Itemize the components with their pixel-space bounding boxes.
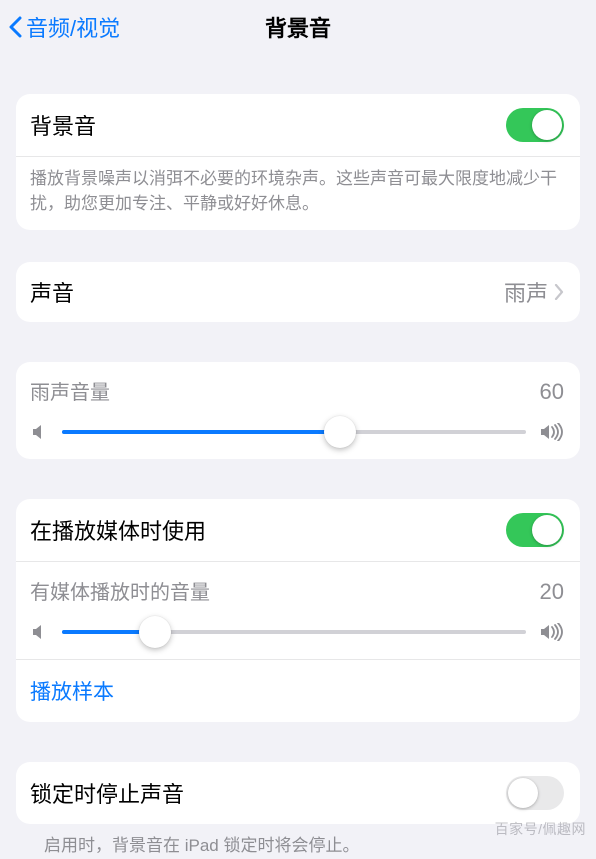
row-media-volume: 有媒体播放时的音量 20 xyxy=(16,561,580,659)
sound-volume-value: 60 xyxy=(540,379,564,405)
row-play-sample[interactable]: 播放样本 xyxy=(16,659,580,722)
volume-high-icon xyxy=(540,423,564,441)
volume-low-icon xyxy=(30,623,48,641)
sound-label: 声音 xyxy=(30,276,74,308)
row-sound-select[interactable]: 声音 雨声 xyxy=(16,262,580,322)
sound-volume-label: 雨声音量 xyxy=(30,376,110,405)
section-sound-volume: 雨声音量 60 xyxy=(16,362,580,459)
lock-description: 启用时，背景音在 iPad 锁定时将会停止。 xyxy=(16,824,580,859)
back-button[interactable]: 音频/视觉 xyxy=(0,11,120,43)
background-sound-toggle[interactable] xyxy=(506,108,564,142)
media-toggle[interactable] xyxy=(506,513,564,547)
background-sound-description: 播放背景噪声以消弭不必要的环境杂声。这些声音可最大限度地减少干扰，助您更加专注、… xyxy=(16,156,580,230)
section-lock-stop: 锁定时停止声音 xyxy=(16,762,580,824)
volume-low-icon xyxy=(30,423,48,441)
toggle-label: 背景音 xyxy=(30,109,96,141)
media-volume-slider[interactable] xyxy=(30,623,564,641)
section-background-sound: 背景音 播放背景噪声以消弭不必要的环境杂声。这些声音可最大限度地减少干扰，助您更… xyxy=(16,94,580,230)
slider-thumb[interactable] xyxy=(324,416,356,448)
sound-value: 雨声 xyxy=(504,276,548,308)
navigation-bar: 音频/视觉 背景音 xyxy=(0,0,596,54)
section-media-usage: 在播放媒体时使用 有媒体播放时的音量 20 播放样本 xyxy=(16,499,580,722)
chevron-left-icon xyxy=(8,16,22,38)
slider-thumb[interactable] xyxy=(139,616,171,648)
row-media-toggle[interactable]: 在播放媒体时使用 xyxy=(16,499,580,561)
lock-toggle[interactable] xyxy=(506,776,564,810)
chevron-right-icon xyxy=(554,284,564,300)
row-sound-volume: 雨声音量 60 xyxy=(16,362,580,459)
media-toggle-label: 在播放媒体时使用 xyxy=(30,514,206,546)
row-lock-toggle[interactable]: 锁定时停止声音 xyxy=(16,762,580,824)
media-volume-label: 有媒体播放时的音量 xyxy=(30,576,210,605)
media-volume-value: 20 xyxy=(540,579,564,605)
play-sample-link[interactable]: 播放样本 xyxy=(30,681,114,704)
sound-volume-slider[interactable] xyxy=(30,423,564,441)
section-sound-select: 声音 雨声 xyxy=(16,262,580,322)
back-label: 音频/视觉 xyxy=(26,11,120,43)
slider-track[interactable] xyxy=(62,430,526,434)
slider-track[interactable] xyxy=(62,630,526,634)
lock-toggle-label: 锁定时停止声音 xyxy=(30,777,184,809)
volume-high-icon xyxy=(540,623,564,641)
row-background-sound-toggle[interactable]: 背景音 xyxy=(16,94,580,156)
